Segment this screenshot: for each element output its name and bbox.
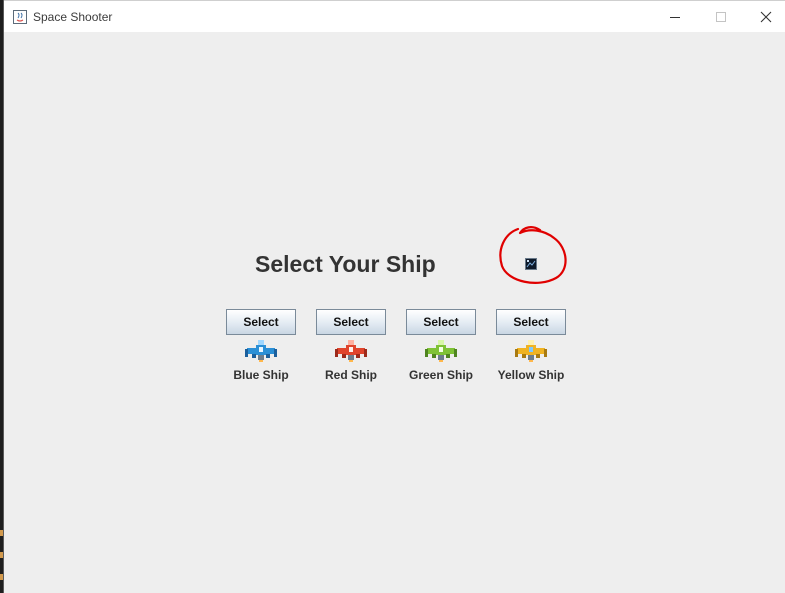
- ship-option-yellow: Select Yellow Ship: [486, 309, 576, 385]
- maximize-button[interactable]: [698, 1, 744, 32]
- yellow-ship-icon: [515, 340, 547, 362]
- title-bar[interactable]: Space Shooter: [4, 0, 785, 32]
- green-ship-label: Green Ship: [408, 368, 473, 382]
- select-yellow-ship-button[interactable]: Select: [496, 309, 566, 335]
- yellow-ship-label: Yellow Ship: [497, 368, 565, 382]
- green-ship-icon: [425, 340, 457, 362]
- select-green-ship-button[interactable]: Select: [406, 309, 476, 335]
- select-blue-ship-button[interactable]: Select: [226, 309, 296, 335]
- close-button[interactable]: [743, 1, 785, 32]
- ship-select-panel: Select Your Ship Select Blue Ship Select…: [4, 32, 785, 593]
- game-window: Space Shooter Select Your Ship Select Bl…: [3, 0, 785, 593]
- blue-ship-label: Blue Ship: [233, 368, 289, 382]
- minimize-icon: [670, 16, 680, 18]
- window-title: Space Shooter: [33, 10, 113, 24]
- red-circle-annotation: [499, 226, 567, 284]
- page-title: Select Your Ship: [255, 251, 436, 277]
- select-red-ship-button[interactable]: Select: [316, 309, 386, 335]
- minimize-button[interactable]: [652, 1, 698, 32]
- background-window-edge: [0, 552, 3, 558]
- ship-option-blue: Select Blue Ship: [216, 309, 306, 385]
- red-ship-label: Red Ship: [324, 368, 377, 382]
- ship-option-red: Select Red Ship: [306, 309, 396, 385]
- close-icon: [760, 11, 772, 22]
- java-app-icon: [13, 10, 27, 24]
- red-ship-icon: [335, 340, 367, 362]
- background-window-edge: [0, 530, 3, 536]
- background-window-edge: [0, 574, 3, 580]
- ship-option-green: Select Green Ship: [396, 309, 486, 385]
- blue-ship-icon: [245, 340, 277, 362]
- maximize-icon: [716, 11, 726, 22]
- broken-image-icon: [525, 258, 537, 270]
